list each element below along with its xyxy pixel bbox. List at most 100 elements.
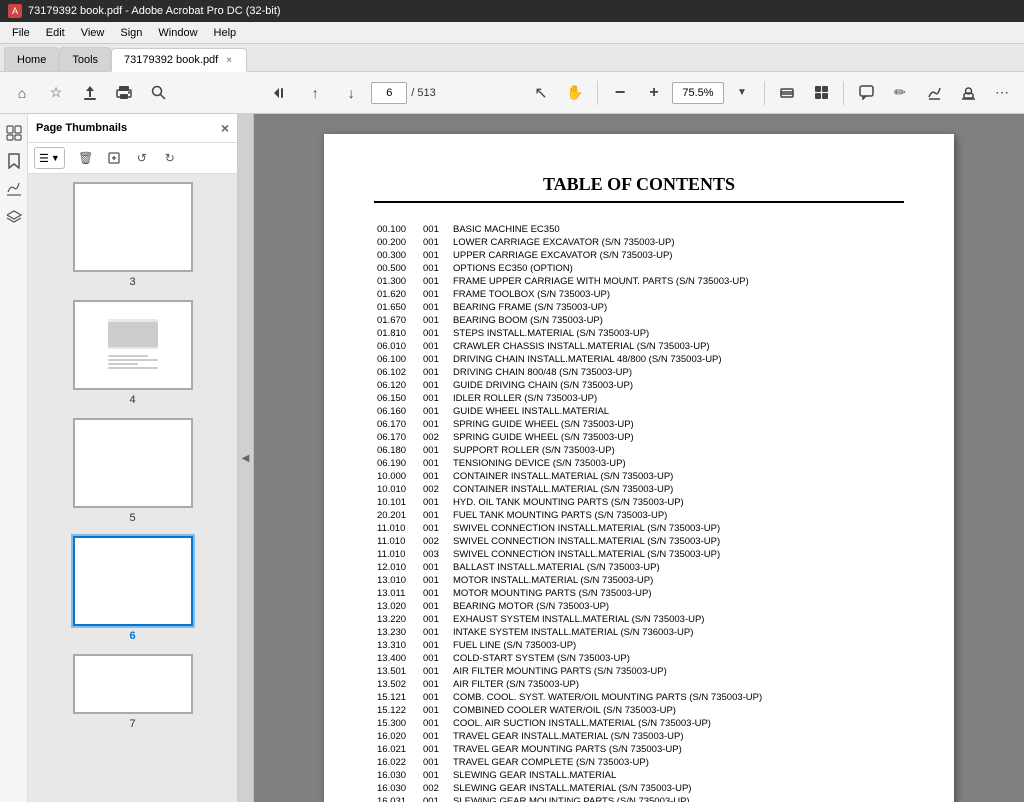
toc-sub: 001 xyxy=(420,353,450,366)
toc-row: 06.190 001 TENSIONING DEVICE (S/N 735003… xyxy=(374,457,904,470)
thumbnail-page-7[interactable]: 7 xyxy=(36,654,229,730)
toc-number: 00.300 xyxy=(374,249,420,262)
panel-close-button[interactable]: × xyxy=(221,120,229,136)
zoom-out-button[interactable]: − xyxy=(604,77,636,109)
menu-bar: File Edit View Sign Window Help xyxy=(0,22,1024,44)
toc-table: 00.100 001 BASIC MACHINE EC350 00.200 00… xyxy=(374,223,904,802)
thumbnail-page-3[interactable]: 3 xyxy=(36,182,229,288)
toc-description: DRIVING CHAIN INSTALL.MATERIAL 48/800 (S… xyxy=(450,353,904,366)
print-button[interactable] xyxy=(108,77,140,109)
thumbnail-page-6[interactable]: 6 xyxy=(36,536,229,642)
title-bar: A 73179392 book.pdf - Adobe Acrobat Pro … xyxy=(0,0,1024,22)
toc-description: COLD-START SYSTEM (S/N 735003-UP) xyxy=(450,652,904,665)
zoom-dropdown-button[interactable]: ▼ xyxy=(726,77,758,109)
panel-options-dropdown[interactable]: ☰ ▼ xyxy=(34,147,65,169)
toc-number: 15.122 xyxy=(374,704,420,717)
separator-2 xyxy=(764,81,765,105)
toc-number: 20.201 xyxy=(374,509,420,522)
menu-file[interactable]: File xyxy=(4,25,38,41)
toc-sub: 001 xyxy=(420,795,450,802)
toc-sub: 001 xyxy=(420,509,450,522)
toc-description: FRAME TOOLBOX (S/N 735003-UP) xyxy=(450,288,904,301)
tab-home[interactable]: Home xyxy=(4,47,59,71)
pen-button[interactable]: ✏ xyxy=(884,77,916,109)
thumbnail-page-4[interactable]: 4 xyxy=(36,300,229,406)
cursor-tool-button[interactable]: ↖ xyxy=(525,77,557,109)
thumbnail-7-label: 7 xyxy=(129,718,135,730)
nav-up-button[interactable]: ↑ xyxy=(299,77,331,109)
tab-tools[interactable]: Tools xyxy=(59,47,111,71)
toc-number: 13.011 xyxy=(374,587,420,600)
toc-row: 12.010 001 BALLAST INSTALL.MATERIAL (S/N… xyxy=(374,561,904,574)
upload-button[interactable] xyxy=(74,77,106,109)
toc-description: EXHAUST SYSTEM INSTALL.MATERIAL (S/N 735… xyxy=(450,613,904,626)
toc-description: IDLER ROLLER (S/N 735003-UP) xyxy=(450,392,904,405)
panel-rotate-ccw-button[interactable]: ↺ xyxy=(129,147,155,169)
menu-edit[interactable]: Edit xyxy=(38,25,73,41)
nav-down-button[interactable]: ↓ xyxy=(335,77,367,109)
menu-sign[interactable]: Sign xyxy=(112,25,150,41)
thumbnails-area[interactable]: 3 4 xyxy=(28,174,237,802)
toc-sub: 001 xyxy=(420,392,450,405)
toc-row: 16.021 001 TRAVEL GEAR MOUNTING PARTS (S… xyxy=(374,743,904,756)
tab-close-button[interactable]: × xyxy=(224,54,234,67)
toc-description: GUIDE DRIVING CHAIN (S/N 735003-UP) xyxy=(450,379,904,392)
fit-page-button[interactable] xyxy=(771,77,803,109)
toc-number: 16.030 xyxy=(374,769,420,782)
hand-tool-button[interactable]: ✋ xyxy=(559,77,591,109)
panel-rotate-cw-button[interactable]: ↻ xyxy=(157,147,183,169)
toc-sub: 001 xyxy=(420,379,450,392)
pdf-page: TABLE OF CONTENTS 00.100 001 BASIC MACHI… xyxy=(324,134,954,802)
toc-description: UPPER CARRIAGE EXCAVATOR (S/N 735003-UP) xyxy=(450,249,904,262)
tab-bar: Home Tools 73179392 book.pdf × xyxy=(0,44,1024,72)
signature-button[interactable] xyxy=(918,77,950,109)
zoom-input[interactable]: 75.5% xyxy=(672,82,724,104)
side-bookmarks-icon[interactable] xyxy=(3,150,25,172)
toc-description: TENSIONING DEVICE (S/N 735003-UP) xyxy=(450,457,904,470)
toc-description: SLEWING GEAR MOUNTING PARTS (S/N 735003-… xyxy=(450,795,904,802)
toc-number: 06.160 xyxy=(374,405,420,418)
toc-description: AIR FILTER MOUNTING PARTS (S/N 735003-UP… xyxy=(450,665,904,678)
side-signatures-icon[interactable] xyxy=(3,178,25,200)
side-thumbnails-icon[interactable] xyxy=(3,122,25,144)
menu-window[interactable]: Window xyxy=(150,25,205,41)
prev-page-button[interactable] xyxy=(263,77,295,109)
panel-extract-button[interactable] xyxy=(101,147,127,169)
toc-row: 13.310 001 FUEL LINE (S/N 735003-UP) xyxy=(374,639,904,652)
more-tools-button[interactable]: ⋯ xyxy=(986,77,1018,109)
thumbnail-5-label: 5 xyxy=(129,512,135,524)
tab-document-label: 73179392 book.pdf xyxy=(124,54,218,66)
collapse-panel-button[interactable]: ◀ xyxy=(238,114,254,802)
side-layers-icon[interactable] xyxy=(3,206,25,228)
toc-sub: 002 xyxy=(420,483,450,496)
toc-row: 13.220 001 EXHAUST SYSTEM INSTALL.MATERI… xyxy=(374,613,904,626)
comment-button[interactable] xyxy=(850,77,882,109)
toc-title: TABLE OF CONTENTS xyxy=(374,174,904,203)
toc-row: 13.010 001 MOTOR INSTALL.MATERIAL (S/N 7… xyxy=(374,574,904,587)
toc-row: 06.100 001 DRIVING CHAIN INSTALL.MATERIA… xyxy=(374,353,904,366)
page-number-input[interactable]: 6 xyxy=(371,82,407,104)
pdf-viewing-area[interactable]: TABLE OF CONTENTS 00.100 001 BASIC MACHI… xyxy=(254,114,1024,802)
toc-sub: 001 xyxy=(420,730,450,743)
separator-1 xyxy=(597,81,598,105)
home-button[interactable]: ⌂ xyxy=(6,77,38,109)
panel-delete-button[interactable]: 🗑 xyxy=(73,147,99,169)
menu-help[interactable]: Help xyxy=(206,25,245,41)
toc-sub: 001 xyxy=(420,756,450,769)
toc-number: 15.300 xyxy=(374,717,420,730)
search-button[interactable] xyxy=(142,77,174,109)
toc-number: 00.100 xyxy=(374,223,420,236)
toc-row: 01.650 001 BEARING FRAME (S/N 735003-UP) xyxy=(374,301,904,314)
toc-description: LOWER CARRIAGE EXCAVATOR (S/N 735003-UP) xyxy=(450,236,904,249)
thumbnail-page-5[interactable]: 5 xyxy=(36,418,229,524)
stamp-button[interactable] xyxy=(952,77,984,109)
toc-row: 10.101 001 HYD. OIL TANK MOUNTING PARTS … xyxy=(374,496,904,509)
toc-row: 20.201 001 FUEL TANK MOUNTING PARTS (S/N… xyxy=(374,509,904,522)
grid-view-button[interactable] xyxy=(805,77,837,109)
zoom-in-button[interactable]: + xyxy=(638,77,670,109)
tab-document[interactable]: 73179392 book.pdf × xyxy=(111,48,247,72)
bookmark-button[interactable]: ☆ xyxy=(40,77,72,109)
toc-description: INTAKE SYSTEM INSTALL.MATERIAL (S/N 7360… xyxy=(450,626,904,639)
menu-view[interactable]: View xyxy=(73,25,113,41)
toc-row: 13.020 001 BEARING MOTOR (S/N 735003-UP) xyxy=(374,600,904,613)
